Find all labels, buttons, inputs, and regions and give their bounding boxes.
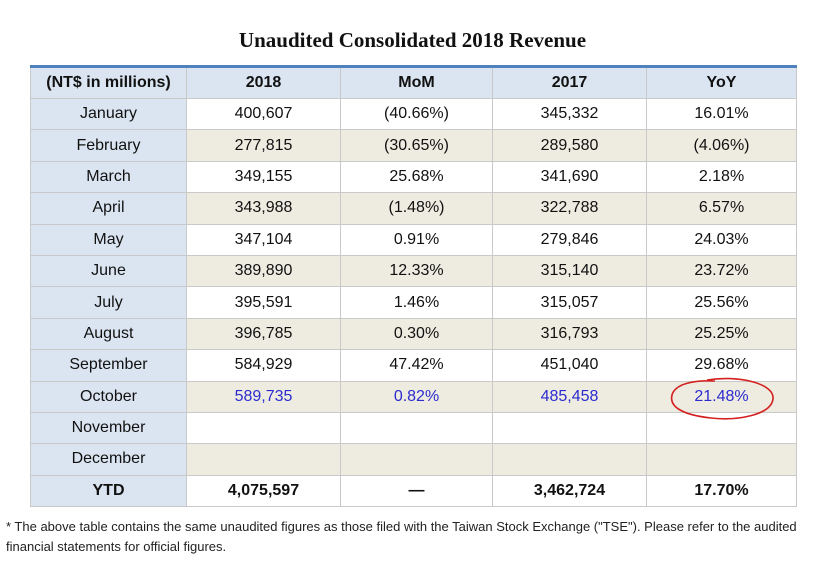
month-cell: October [30,380,187,413]
revenue-2018-cell: 395,591 [186,286,341,319]
ytd-yoy: 17.70% [646,474,797,508]
revenue-2018-cell: 347,104 [186,223,341,256]
yoy-cell: 25.25% [646,317,797,351]
ytd-2018: 4,075,597 [186,474,341,508]
revenue-2017-cell [492,443,647,476]
table-row: December [30,443,797,476]
ytd-2017: 3,462,724 [492,474,647,508]
revenue-2017-cell: 279,846 [492,223,647,256]
yoy-cell [646,411,797,445]
month-cell: April [30,192,187,225]
revenue-2018-cell: 349,155 [186,160,341,194]
revenue-2017-cell: 316,793 [492,317,647,351]
mom-cell: 0.30% [340,317,493,351]
revenue-2018-cell [186,443,341,476]
table-row: June 389,890 12.33% 315,140 23.72% [30,254,797,288]
revenue-2017-cell: 345,332 [492,97,647,131]
ytd-row: YTD 4,075,597 — 3,462,724 17.70% [30,474,797,508]
yoy-cell: 24.03% [646,223,797,256]
month-cell: November [30,411,187,445]
header-2018: 2018 [186,66,341,99]
mom-cell: 25.68% [340,160,493,194]
table-row: July 395,591 1.46% 315,057 25.56% [30,286,797,319]
revenue-2017-cell: 315,057 [492,286,647,319]
mom-cell: (1.48%) [340,192,493,225]
revenue-table: (NT$ in millions) 2018 MoM 2017 YoY Janu… [30,65,797,508]
mom-cell: (30.65%) [340,129,493,162]
table-row: November [30,411,797,445]
revenue-2018-cell: 396,785 [186,317,341,351]
mom-cell: 0.82% [340,380,493,413]
page-title: Unaudited Consolidated 2018 Revenue [238,28,587,52]
revenue-2018-cell: 400,607 [186,97,341,131]
yoy-cell: (4.06%) [646,129,797,162]
yoy-cell: 23.72% [646,254,797,288]
ytd-label: YTD [30,474,187,508]
header-yoy: YoY [646,66,797,99]
ytd-mom: — [340,474,493,508]
table-header-row: (NT$ in millions) 2018 MoM 2017 YoY [30,66,797,99]
table-row: September 584,929 47.42% 451,040 29.68% [30,349,797,382]
yoy-cell: 29.68% [646,349,797,382]
mom-cell [340,411,493,445]
header-2017: 2017 [492,66,647,99]
mom-cell: 0.91% [340,223,493,256]
table-row: May 347,104 0.91% 279,846 24.03% [30,223,797,256]
mom-cell [340,443,493,476]
revenue-2018-cell: 589,735 [186,380,341,413]
month-cell: January [30,97,187,131]
annotation-circle-stroke [670,377,774,419]
revenue-2017-cell: 315,140 [492,254,647,288]
month-cell: March [30,160,187,194]
revenue-2017-cell: 451,040 [492,349,647,382]
month-cell: September [30,349,187,382]
table-row: February 277,815 (30.65%) 289,580 (4.06%) [30,129,797,162]
revenue-2017-cell: 341,690 [492,160,647,194]
table-row: August 396,785 0.30% 316,793 25.25% [30,317,797,351]
revenue-2018-cell: 277,815 [186,129,341,162]
header-unit: (NT$ in millions) [30,66,187,99]
mom-cell: 12.33% [340,254,493,288]
revenue-2018-cell: 584,929 [186,349,341,382]
revenue-2017-cell [492,411,647,445]
mom-cell: 1.46% [340,286,493,319]
header-mom: MoM [340,66,493,99]
yoy-cell: 2.18% [646,160,797,194]
yoy-cell: 21.48% [646,377,797,419]
footnote: * The above table contains the same unau… [6,519,797,554]
table-row: April 343,988 (1.48%) 322,788 6.57% [30,192,797,225]
month-cell: June [30,254,187,288]
revenue-2018-cell [186,411,341,445]
month-cell: May [30,223,187,256]
revenue-2017-cell: 289,580 [492,129,647,162]
yoy-cell: 16.01% [646,97,797,131]
revenue-2018-cell: 389,890 [186,254,341,288]
mom-cell: (40.66%) [340,97,493,131]
revenue-2018-cell: 343,988 [186,192,341,225]
yoy-cell [646,443,797,476]
month-cell: December [30,443,187,476]
month-cell: August [30,317,187,351]
month-cell: February [30,129,187,162]
yoy-cell: 25.56% [646,286,797,319]
table-row: March 349,155 25.68% 341,690 2.18% [30,160,797,194]
revenue-2017-cell: 322,788 [492,192,647,225]
table-row: October 589,735 0.82% 485,458 21.48% [30,377,797,419]
table-row: January 400,607 (40.66%) 345,332 16.01% [30,97,797,131]
revenue-2017-cell: 485,458 [492,380,647,413]
mom-cell: 47.42% [340,349,493,382]
yoy-cell: 6.57% [646,192,797,225]
month-cell: July [30,286,187,319]
